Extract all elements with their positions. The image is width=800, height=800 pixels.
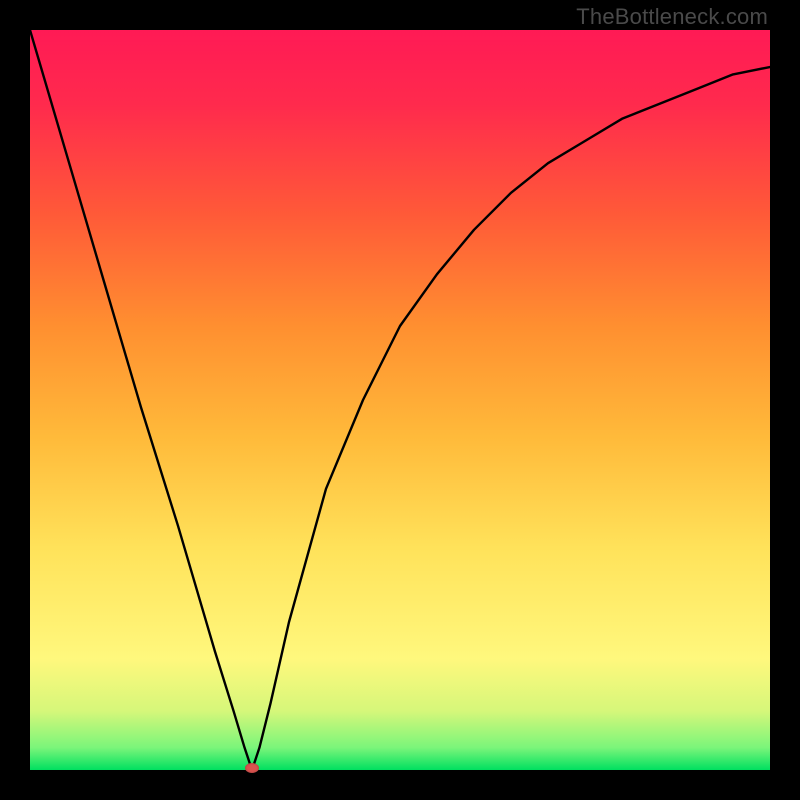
watermark: TheBottleneck.com [576, 4, 768, 30]
plot-area [30, 30, 770, 770]
minimum-marker [245, 763, 259, 773]
chart-frame: TheBottleneck.com [0, 0, 800, 800]
background-gradient [30, 30, 770, 770]
